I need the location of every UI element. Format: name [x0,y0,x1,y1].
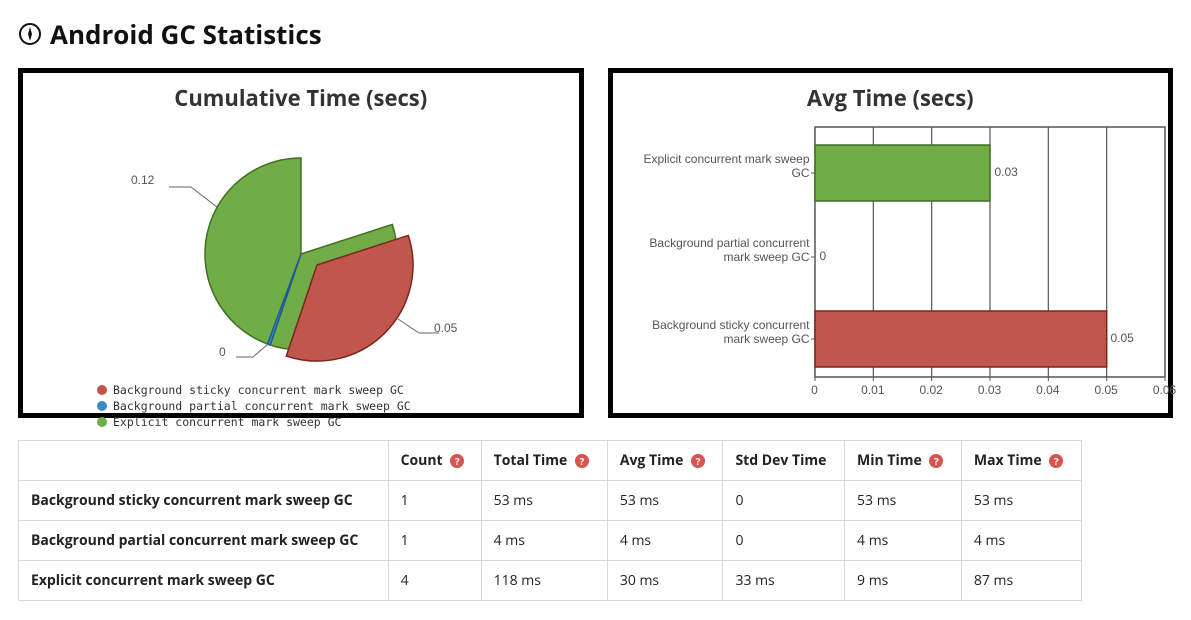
cell-max: 4 ms [961,521,1081,561]
cell-std: 33 ms [723,561,845,601]
charts-row: Cumulative Time (secs) 0.12 0.05 0 [18,68,1173,418]
th-avg: Avg Time [607,441,723,481]
cell-avg: 30 ms [607,561,723,601]
pie-legend: Background sticky concurrent mark sweep … [97,383,567,429]
cell-max: 53 ms [961,481,1081,521]
th-total: Total Time [481,441,607,481]
cell-name: Background partial concurrent mark sweep… [19,521,389,561]
xtick-1: 0.01 [861,383,884,397]
xtick-3: 0.03 [978,383,1001,397]
legend-item-explicit: Explicit concurrent mark sweep GC [97,415,567,429]
leader-explicit [169,187,217,207]
page-title: Android GC Statistics [18,16,1173,54]
xtick-0: 0 [811,383,818,397]
cell-count: 1 [388,521,481,561]
cell-name: Background sticky concurrent mark sweep … [19,481,389,521]
bars-title: Avg Time (secs) [625,83,1157,113]
legend-item-sticky: Background sticky concurrent mark sweep … [97,383,567,397]
cell-min: 53 ms [845,481,962,521]
th-std: Std Dev Time [723,441,845,481]
bar-sticky [815,311,1107,367]
cell-total: 53 ms [481,481,607,521]
bar-explicit [815,145,990,201]
cell-std: 0 [723,481,845,521]
xtick-4: 0.04 [1036,383,1059,397]
avg-time-panel: Avg Time (secs) [608,68,1174,418]
th-count: Count [388,441,481,481]
cell-avg: 53 ms [607,481,723,521]
bar-val-partial: 0 [820,249,827,263]
cell-name: Explicit concurrent mark sweep GC [19,561,389,601]
table-row: Background partial concurrent mark sweep… [19,521,1082,561]
pie-title: Cumulative Time (secs) [35,83,567,113]
xtick-6: 0.06 [1153,383,1176,397]
leader-sticky [398,319,439,333]
pie-label-sticky: 0.05 [434,321,457,335]
help-icon[interactable] [575,454,589,468]
cell-total: 118 ms [481,561,607,601]
cell-max: 87 ms [961,561,1081,601]
bar-val-explicit: 0.03 [995,165,1018,179]
help-icon[interactable] [1049,454,1063,468]
table-header-row: Count Total Time Avg Time Std Dev Time M… [19,441,1082,481]
cell-total: 4 ms [481,521,607,561]
statistics-table: Count Total Time Avg Time Std Dev Time M… [18,440,1082,601]
help-icon[interactable] [450,454,464,468]
cell-avg: 4 ms [607,521,723,561]
table-row: Background sticky concurrent mark sweep … [19,481,1082,521]
help-icon[interactable] [691,454,705,468]
help-icon[interactable] [929,454,943,468]
pie-chart: 0.12 0.05 0 [35,119,567,379]
th-min: Min Time [845,441,962,481]
th-max: Max Time [961,441,1081,481]
cell-count: 4 [388,561,481,601]
cell-min: 4 ms [845,521,962,561]
th-name [19,441,389,481]
bar-val-sticky: 0.05 [1111,331,1134,345]
cell-std: 0 [723,521,845,561]
bar-chart: Explicit concurrent mark sweep GC Backgr… [625,119,1157,409]
pie-label-explicit: 0.12 [131,173,154,187]
pie-label-partial: 0 [219,345,226,359]
table-row: Explicit concurrent mark sweep GC 4 118 … [19,561,1082,601]
bar-cat-explicit: Explicit concurrent mark sweep GC [635,152,810,180]
bar-cat-sticky: Background sticky concurrent mark sweep … [635,318,810,346]
leader-partial [236,344,268,357]
cumulative-time-panel: Cumulative Time (secs) 0.12 0.05 0 [18,68,584,418]
bar-cat-partial: Background partial concurrent mark sweep… [635,236,810,264]
legend-item-partial: Background partial concurrent mark sweep… [97,399,567,413]
xtick-5: 0.05 [1094,383,1117,397]
compass-icon [18,18,42,54]
cell-min: 9 ms [845,561,962,601]
cell-count: 1 [388,481,481,521]
xtick-2: 0.02 [919,383,942,397]
